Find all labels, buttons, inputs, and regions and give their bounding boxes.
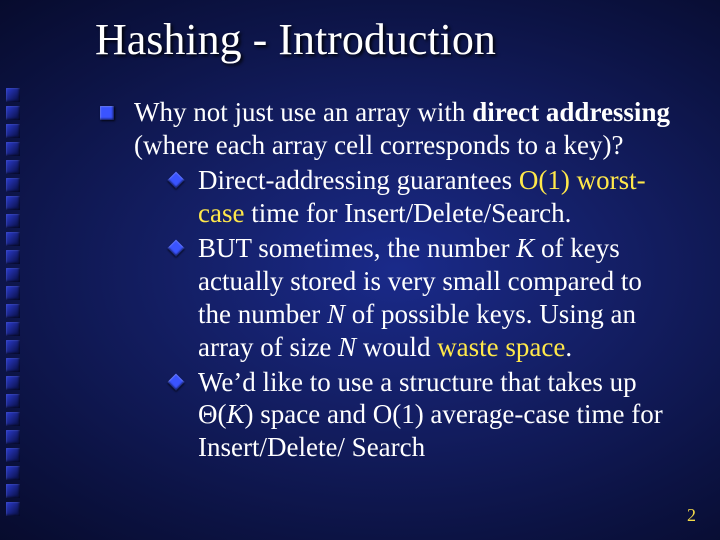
page-number: 2 <box>687 505 696 526</box>
slide-body: Why not just use an array with direct ad… <box>100 96 680 466</box>
slide: Hashing - Introduction Why not just use … <box>0 0 720 540</box>
diamond-bullet-icon <box>168 239 185 256</box>
side-decoration <box>6 88 20 516</box>
bullet-level2: BUT sometimes, the number K of keys actu… <box>168 232 680 364</box>
slide-title: Hashing - Introduction <box>95 14 496 65</box>
text-run: BUT sometimes, the number <box>198 233 516 263</box>
bullet-level1: Why not just use an array with direct ad… <box>100 96 680 464</box>
text-run: would <box>356 332 437 362</box>
text-italic: N <box>338 332 356 362</box>
text-run: (where each array cell corresponds to a … <box>134 130 623 160</box>
text-run: time for Insert/Delete/Search. <box>244 198 571 228</box>
text-run: ) space and O(1) average-case time for I… <box>198 399 663 462</box>
text-bold: direct addressing <box>472 97 670 127</box>
text-italic: K <box>516 233 534 263</box>
text-run: Direct-addressing guarantees <box>198 165 519 195</box>
bullet-level2: Direct-addressing guarantees O(1) worst-… <box>168 164 680 230</box>
text-highlight: waste space <box>437 332 565 362</box>
text-run: Why not just use an array with <box>134 97 472 127</box>
text-italic: N <box>327 299 345 329</box>
square-bullet-icon <box>100 106 114 120</box>
diamond-bullet-icon <box>168 171 185 188</box>
text-italic: K <box>227 399 245 429</box>
bullet-level2: We’d like to use a structure that takes … <box>168 366 680 465</box>
diamond-bullet-icon <box>168 373 185 390</box>
text-run: . <box>565 332 572 362</box>
sub-bullets: Direct-addressing guarantees O(1) worst-… <box>134 164 680 464</box>
